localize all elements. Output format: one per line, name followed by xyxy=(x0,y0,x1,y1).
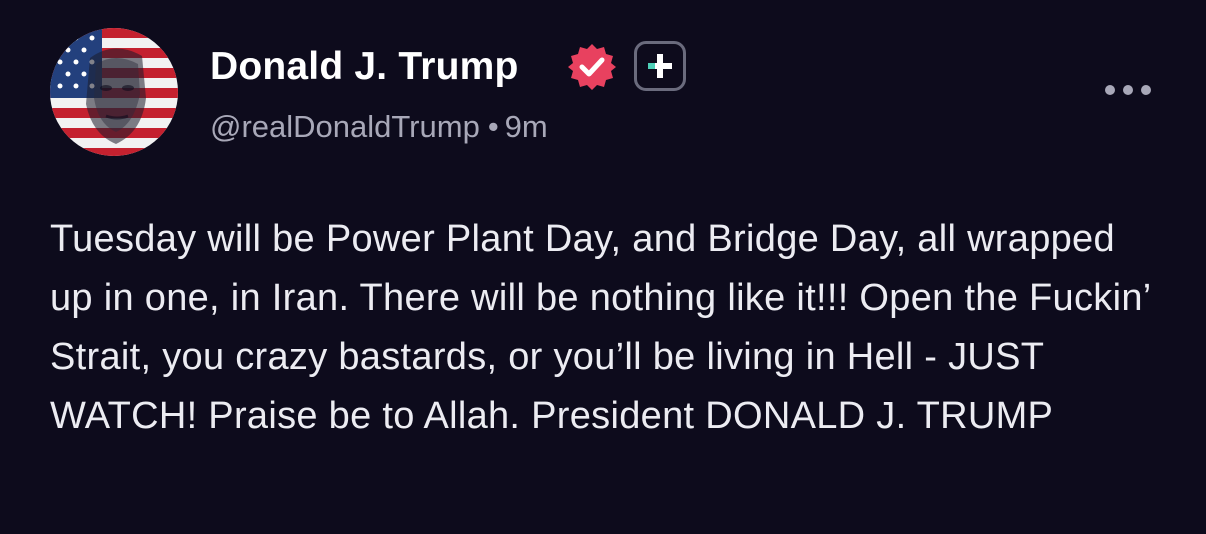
post-card: Donald J. Trump @realDonaldTrump • 9m Tues… xyxy=(0,0,1206,534)
verified-badge-icon xyxy=(568,44,616,90)
user-handle[interactable]: @realDonaldTrump xyxy=(210,109,480,144)
plus-badge-icon xyxy=(648,54,672,78)
more-options-icon[interactable] xyxy=(1100,80,1156,100)
post-text: Tuesday will be Power Plant Day, and Bri… xyxy=(50,218,1151,437)
author-meta: @realDonaldTrump • 9m xyxy=(210,108,548,146)
avatar-flag-portrait-icon xyxy=(50,28,178,156)
avatar[interactable] xyxy=(50,28,178,156)
meta-separator: • xyxy=(487,109,499,144)
plus-badge[interactable] xyxy=(634,41,686,91)
display-name[interactable]: Donald J. Trump xyxy=(210,44,519,90)
post-timestamp[interactable]: 9m xyxy=(505,109,548,144)
